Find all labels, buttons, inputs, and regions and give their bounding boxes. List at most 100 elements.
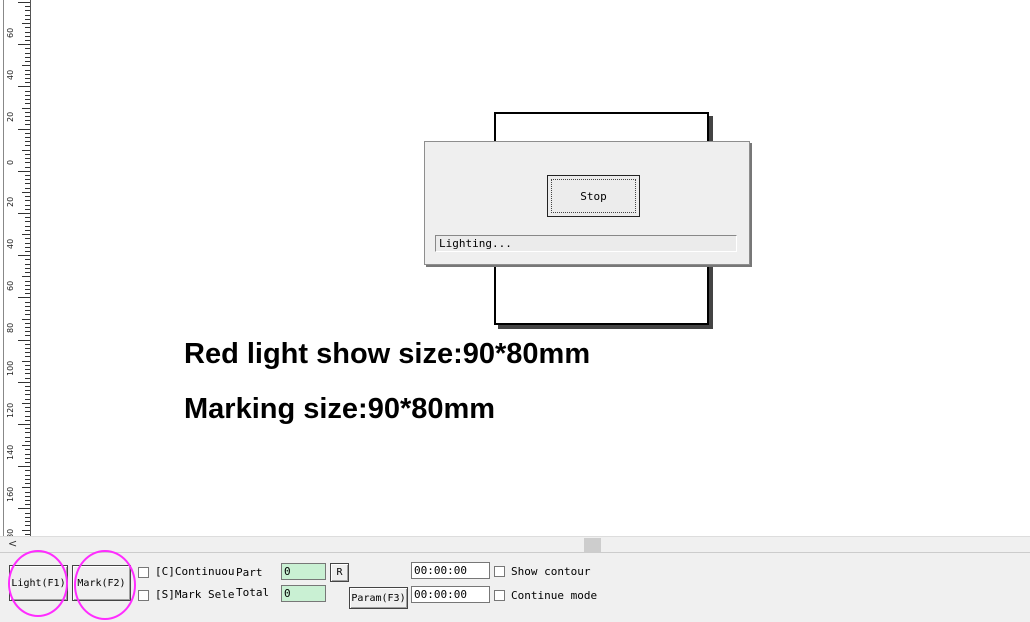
scrollbar-thumb[interactable]: [584, 538, 601, 552]
ruler-tick: [25, 61, 30, 63]
ruler-tick: [25, 411, 30, 413]
ruler-tick: [25, 196, 30, 198]
ruler-tick: [25, 175, 30, 177]
horizontal-scrollbar[interactable]: <: [0, 536, 1030, 552]
ruler-tick: [25, 82, 30, 84]
ruler-label: 180: [6, 529, 15, 536]
show-contour-checkbox[interactable]: [494, 566, 505, 577]
ruler-tick: [25, 145, 30, 147]
ruler-tick: [25, 428, 30, 430]
ruler-tick: [25, 246, 30, 248]
ruler-tick: [25, 35, 30, 37]
stop-button[interactable]: Stop: [547, 175, 640, 217]
ruler-tick: [25, 499, 30, 501]
ruler-tick: [25, 521, 30, 523]
ruler-tick: [25, 419, 30, 421]
ruler-tick: [25, 525, 30, 527]
ruler-tick: [25, 115, 30, 117]
ruler-tick: [25, 310, 30, 312]
continuous-label: [C]Continuou: [155, 565, 235, 578]
ruler-tick: [25, 267, 30, 269]
ruler-tick: [25, 103, 30, 105]
ruler-tick: [22, 529, 30, 531]
ruler-tick: [18, 86, 30, 88]
mark-button[interactable]: Mark(F2): [72, 565, 131, 601]
ruler-tick: [25, 293, 30, 295]
ruler-tick: [22, 107, 30, 109]
caption-red-light-size: Red light show size:90*80mm: [184, 338, 591, 370]
ruler-tick: [25, 348, 30, 350]
status-text: Lighting...: [435, 235, 737, 252]
time-field-1: 00:00:00: [411, 562, 490, 579]
ruler-tick: [25, 166, 30, 168]
part-count-field[interactable]: 0: [281, 563, 326, 580]
param-button[interactable]: Param(F3): [349, 587, 408, 609]
ruler-tick: [25, 280, 30, 282]
ruler-tick: [25, 390, 30, 392]
ruler-tick: [25, 158, 30, 160]
ruler-tick: [25, 259, 30, 261]
ruler-label: 60: [6, 281, 15, 292]
ruler-tick: [25, 137, 30, 139]
ruler-tick: [25, 440, 30, 442]
vertical-ruler: 60 40 20 0 20 40 60 80 100 120 140 160 180: [0, 0, 31, 536]
continuous-checkbox[interactable]: [138, 567, 149, 578]
mark-select-label: [S]Mark Sele: [155, 588, 235, 601]
ruler-tick: [25, 39, 30, 41]
ruler-tick: [25, 77, 30, 79]
ruler-tick: [25, 153, 30, 155]
ruler-tick: [25, 398, 30, 400]
ruler-tick: [25, 141, 30, 143]
ruler-tick: [25, 474, 30, 476]
ruler-tick: [25, 217, 30, 219]
ruler-label: 100: [6, 360, 15, 376]
ruler-label: 40: [6, 70, 15, 81]
ruler-tick: [25, 221, 30, 223]
ruler-label: 160: [6, 486, 15, 503]
ruler-tick: [25, 204, 30, 206]
ruler-tick: [25, 377, 30, 379]
ruler-tick: [25, 179, 30, 181]
ruler-tick: [25, 483, 30, 485]
reset-button[interactable]: R: [330, 563, 349, 582]
ruler-tick: [25, 27, 30, 29]
ruler-label: 60: [6, 27, 15, 38]
ruler-tick: [25, 120, 30, 122]
ruler-tick: [25, 200, 30, 202]
mark-select-checkbox[interactable]: [138, 590, 149, 601]
ruler-tick: [22, 23, 30, 25]
ruler-tick: [25, 14, 30, 16]
ruler-tick: [25, 533, 30, 535]
scroll-left-icon[interactable]: <: [8, 537, 17, 550]
ruler-tick: [18, 2, 30, 3]
continue-mode-checkbox[interactable]: [494, 590, 505, 601]
ruler-tick: [25, 512, 30, 514]
time-field-2: 00:00:00: [411, 586, 490, 603]
ruler-tick: [25, 250, 30, 252]
ruler-tick: [25, 225, 30, 227]
ruler-tick: [25, 187, 30, 189]
ruler-tick: [25, 369, 30, 371]
ruler-tick: [25, 407, 30, 409]
ruler-tick: [25, 288, 30, 290]
total-label: Total: [236, 586, 270, 599]
ruler-tick: [18, 170, 30, 172]
ruler-label: 20: [6, 112, 15, 123]
ruler-tick: [25, 326, 30, 328]
ruler-tick: [25, 238, 30, 240]
ruler-tick: [25, 495, 30, 497]
ruler-tick: [25, 373, 30, 375]
ruler-tick: [25, 331, 30, 333]
ruler-tick: [18, 381, 30, 383]
ruler-tick: [25, 229, 30, 231]
total-count-field[interactable]: 0: [281, 585, 326, 602]
ruler-label: 20: [6, 196, 15, 207]
ruler-tick: [25, 504, 30, 506]
ruler-label: 120: [6, 402, 15, 418]
ruler-label: 80: [6, 323, 15, 334]
ruler-tick: [25, 69, 30, 71]
ruler-label: 40: [6, 238, 15, 249]
light-button[interactable]: Light(F1): [9, 565, 68, 601]
ruler-tick: [22, 234, 30, 236]
ruler-tick: [25, 305, 30, 307]
